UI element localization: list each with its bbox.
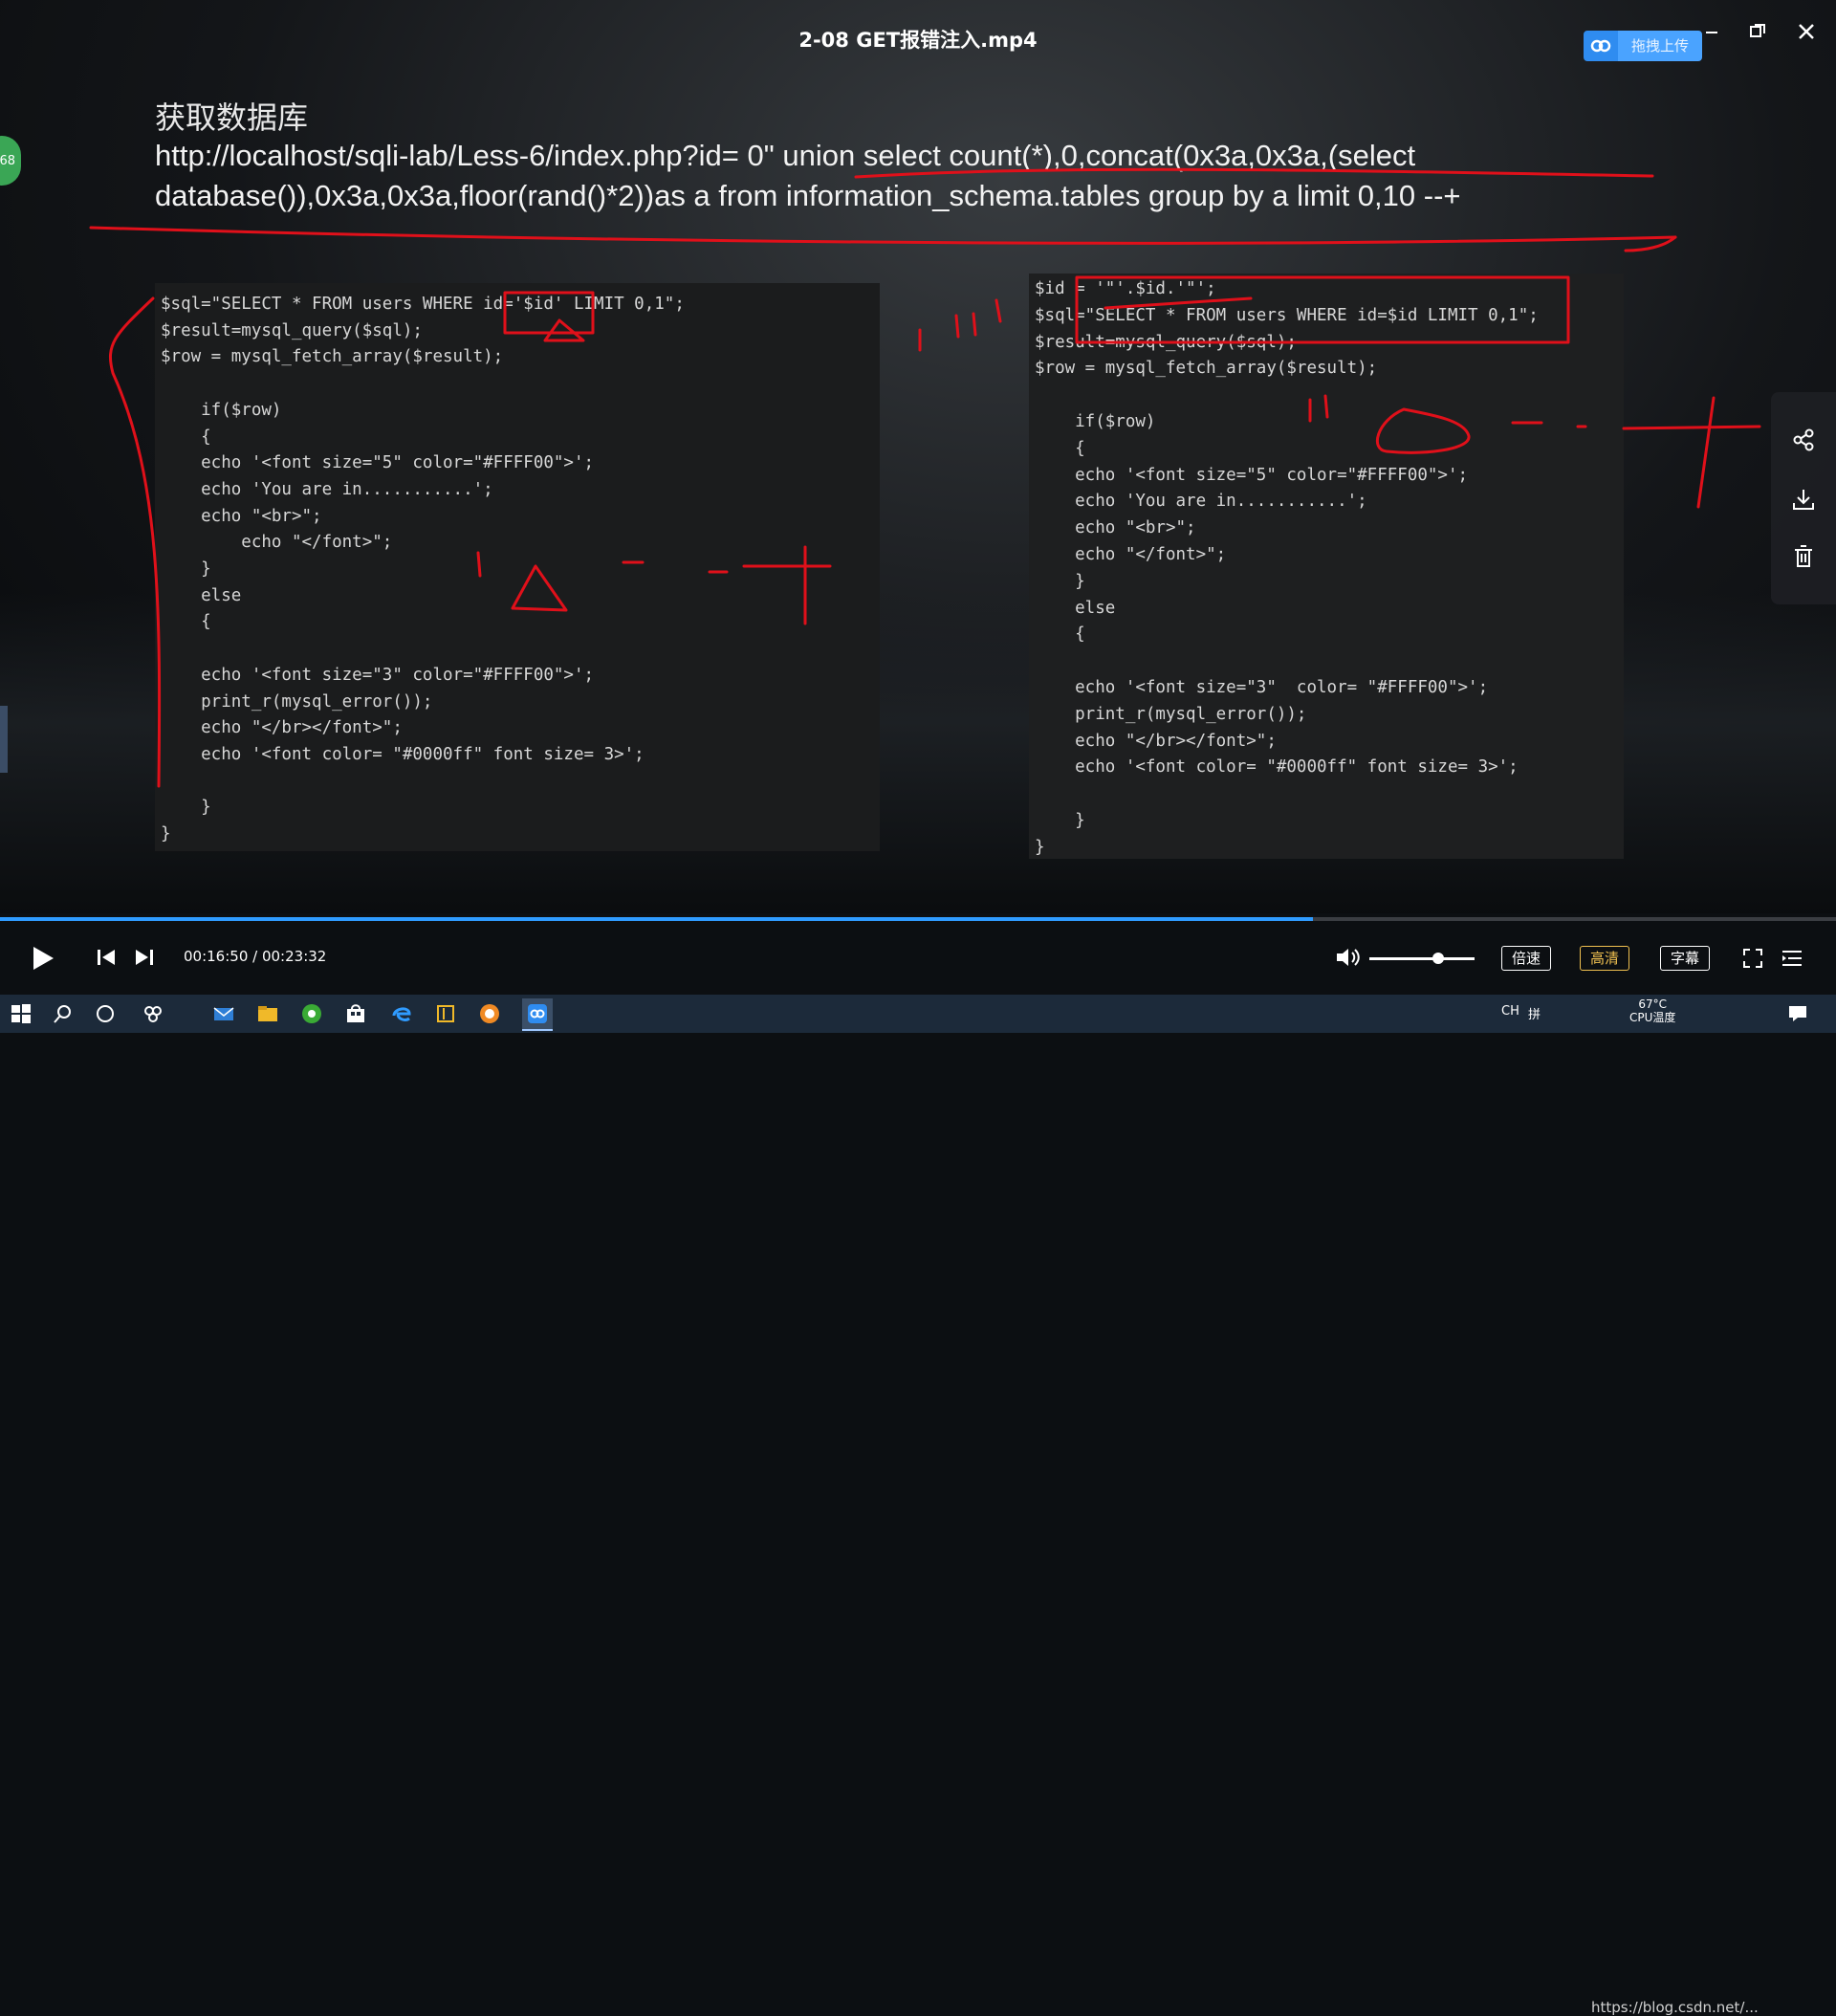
total-time: 00:23:32: [261, 948, 327, 965]
task-view-icon[interactable]: [142, 1002, 164, 1025]
download-icon[interactable]: [1790, 486, 1817, 513]
speed-button[interactable]: 倍速: [1501, 946, 1552, 971]
side-toolbar: [1771, 392, 1836, 604]
subtitle-button[interactable]: 字幕: [1660, 946, 1711, 971]
delete-icon[interactable]: [1790, 543, 1817, 570]
cortana-icon[interactable]: [94, 1002, 117, 1025]
video-stage[interactable]: 2-08 GET报错注入.mp4 拖拽上传 68 获取数据库 http://lo…: [0, 0, 1836, 913]
app-icon[interactable]: [434, 1002, 457, 1025]
play-icon[interactable]: [31, 945, 55, 975]
cpu-temp-widget[interactable]: 67°C CPU温度: [1629, 997, 1675, 1024]
volume-slider[interactable]: [1369, 953, 1475, 964]
notification-icon[interactable]: [1786, 1002, 1809, 1025]
cpu-label: CPU温度: [1629, 1011, 1676, 1024]
control-bar: 00:16:50 / 00:23:32 倍速 高清 字幕: [0, 921, 1836, 994]
mail-icon[interactable]: [212, 1002, 235, 1025]
temperature: 67°C: [1638, 997, 1668, 1011]
taskbar: CH 拼 67°C CPU温度 https://blog.csdn.net/..…: [0, 995, 1836, 2016]
windows-start-icon[interactable]: [10, 1002, 33, 1025]
previous-icon[interactable]: [96, 948, 117, 971]
browser-icon[interactable]: [300, 1002, 323, 1025]
quality-button[interactable]: 高清: [1580, 946, 1630, 971]
search-icon[interactable]: [52, 1002, 75, 1025]
volume-icon[interactable]: [1335, 947, 1360, 972]
media-player-icon[interactable]: [478, 1002, 501, 1025]
share-icon[interactable]: [1790, 427, 1817, 453]
store-icon[interactable]: [344, 1002, 367, 1025]
language-indicator[interactable]: CH: [1501, 1004, 1519, 1019]
ime-indicator[interactable]: 拼: [1528, 1004, 1541, 1022]
current-time: 00:16:50: [184, 948, 249, 965]
time-display: 00:16:50 / 00:23:32: [184, 948, 326, 965]
playlist-icon[interactable]: [1781, 948, 1803, 973]
volume-knob[interactable]: [1432, 953, 1444, 964]
pen-annotations: [89, 167, 1761, 788]
fullscreen-icon[interactable]: [1742, 948, 1763, 973]
edge-icon[interactable]: [390, 1002, 413, 1025]
cloud-app-icon[interactable]: [522, 998, 553, 1031]
next-icon[interactable]: [134, 948, 155, 971]
watermark: https://blog.csdn.net/...: [1591, 1999, 1759, 2016]
time-separator: /: [248, 948, 262, 965]
file-explorer-icon[interactable]: [256, 1002, 279, 1025]
